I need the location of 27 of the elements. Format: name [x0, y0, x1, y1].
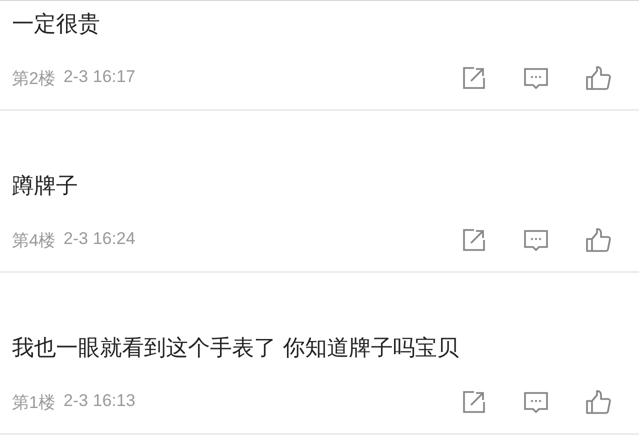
share-icon — [461, 389, 487, 415]
floor-number: 第1楼 — [12, 392, 56, 414]
thumbs-up-icon — [585, 227, 611, 253]
like-button[interactable] — [585, 65, 611, 91]
comment-time: 2-3 16:17 — [63, 66, 136, 88]
share-button[interactable] — [461, 227, 487, 253]
comment-text: 我也一眼就看到这个手表了 你知道牌子吗宝贝 — [12, 336, 460, 362]
reply-button[interactable] — [523, 389, 549, 415]
thumbs-up-icon — [585, 389, 611, 415]
share-icon — [461, 65, 487, 91]
comment-time: 2-3 16:13 — [63, 390, 136, 412]
comment-icon — [523, 227, 549, 253]
thumbs-up-icon — [585, 65, 611, 91]
floor-number: 第4楼 — [12, 230, 56, 252]
comment-icon — [523, 389, 549, 415]
comment-text: 一定很贵 — [12, 12, 101, 38]
like-button[interactable] — [585, 389, 611, 415]
reply-button[interactable] — [523, 227, 549, 253]
comment-icon — [523, 65, 549, 91]
like-button[interactable] — [585, 227, 611, 253]
share-button[interactable] — [461, 389, 487, 415]
share-icon — [461, 227, 487, 253]
share-button[interactable] — [461, 65, 487, 91]
comment-time: 2-3 16:24 — [63, 228, 136, 250]
floor-number: 第2楼 — [12, 68, 56, 90]
reply-button[interactable] — [523, 65, 549, 91]
comment-text: 蹲牌子 — [12, 174, 79, 200]
